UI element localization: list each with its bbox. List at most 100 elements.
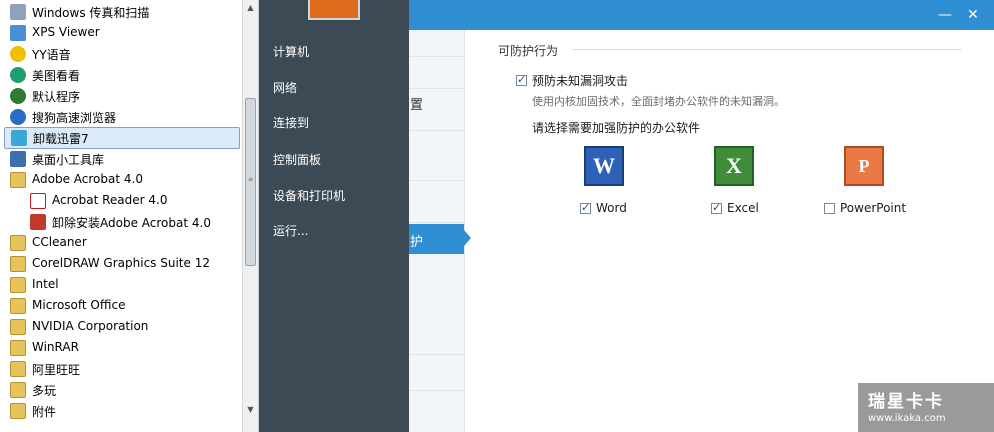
folder-icon [10, 361, 26, 377]
default-programs-icon [10, 88, 26, 104]
place-label: 控制面板 [273, 153, 322, 167]
program-folder[interactable]: Intel [4, 275, 240, 295]
program-folder[interactable]: 多玩 [4, 380, 240, 400]
folder-icon [10, 172, 26, 188]
powerpoint-checkbox[interactable] [824, 203, 835, 214]
place-item-devices-printers[interactable]: 设备和打印机 [263, 182, 403, 208]
program-item[interactable]: 默认程序 [4, 86, 240, 106]
place-item-connect-to[interactable]: 连接到 [263, 109, 403, 135]
program-label: 搜狗高速浏览器 [32, 111, 117, 125]
folder-icon [10, 319, 26, 335]
nav-divider [408, 180, 464, 181]
desktop-gadgets-icon [10, 151, 26, 167]
program-folder[interactable]: 阿里旺旺 [4, 359, 240, 379]
place-item-computer[interactable]: 计算机 [263, 38, 403, 64]
prevent-exploit-checkbox[interactable] [516, 73, 527, 86]
app-titlebar: — ✕ [408, 0, 994, 30]
security-app-window: — ✕ 置 护 可防护行为 预防未知漏洞攻击 使用内核加固技术，全面封堵办公软件… [408, 0, 994, 432]
word-label[interactable]: Word [596, 201, 627, 215]
program-folder[interactable]: Microsoft Office [4, 296, 240, 316]
powerpoint-icon-glyph: P [858, 156, 870, 176]
folder-icon [10, 382, 26, 398]
program-folder[interactable]: NVIDIA Corporation [4, 317, 240, 337]
program-item[interactable]: Acrobat Reader 4.0 [4, 191, 240, 211]
watermark-text: 瑞星卡卡 [868, 392, 944, 412]
program-item[interactable]: 美图看看 [4, 65, 240, 85]
program-folder[interactable]: 附件 [4, 401, 240, 421]
nav-divider [408, 56, 464, 57]
start-menu-places: 计算机 网络 连接到 控制面板 设备和打印机 运行... [259, 0, 409, 432]
program-label: Windows 传真和扫描 [32, 6, 150, 20]
watermark-logo: 瑞星卡卡 www.ikaka.com [858, 383, 994, 432]
folder-icon [10, 256, 26, 272]
scroll-thumb[interactable]: ≡ [245, 98, 256, 266]
place-label: 计算机 [273, 45, 310, 59]
program-item[interactable]: 搜狗高速浏览器 [4, 107, 240, 127]
prevent-exploit-description: 使用内核加固技术，全面封堵办公软件的未知漏洞。 [532, 95, 785, 108]
program-label: YY语音 [32, 48, 71, 62]
folder-icon [10, 298, 26, 314]
program-label: 多玩 [32, 384, 57, 398]
program-label: WinRAR [32, 340, 79, 354]
powerpoint-label[interactable]: PowerPoint [840, 201, 906, 215]
program-label: XPS Viewer [32, 25, 100, 39]
meitu-viewer-icon [10, 67, 26, 83]
program-label: 默认程序 [32, 90, 81, 104]
nav-divider [408, 222, 464, 223]
program-item[interactable]: 桌面小工具库 [4, 149, 240, 169]
program-folder[interactable]: Adobe Acrobat 4.0 [4, 170, 240, 190]
excel-label[interactable]: Excel [727, 201, 759, 215]
uninstall-acrobat-icon [30, 214, 46, 230]
place-label: 网络 [273, 81, 298, 95]
nav-item-settings-fragment[interactable]: 置 [410, 94, 423, 113]
nav-divider [408, 390, 464, 391]
nav-divider [408, 354, 464, 355]
program-label: 美图看看 [32, 69, 81, 83]
program-label: NVIDIA Corporation [32, 319, 149, 333]
program-label: CorelDRAW Graphics Suite 12 [32, 256, 210, 270]
program-item[interactable]: 卸除安装Adobe Acrobat 4.0 [4, 212, 240, 232]
close-button[interactable]: ✕ [964, 6, 982, 24]
program-label: 卸除安装Adobe Acrobat 4.0 [52, 216, 211, 230]
folder-icon [10, 403, 26, 419]
folder-icon [10, 340, 26, 356]
word-checkbox[interactable] [580, 201, 591, 214]
program-label: 阿里旺旺 [32, 363, 81, 377]
place-item-control-panel[interactable]: 控制面板 [263, 146, 403, 172]
program-label: 附件 [32, 405, 57, 419]
sogou-browser-icon [10, 109, 26, 125]
excel-icon: X [714, 146, 754, 186]
program-item[interactable]: XPS Viewer [4, 23, 240, 43]
word-icon-glyph: W [593, 153, 615, 178]
nav-item-protection-label: 护 [410, 235, 424, 250]
scroll-down-arrow-icon[interactable]: ▼ [243, 404, 258, 416]
powerpoint-icon: P [844, 146, 884, 186]
program-item[interactable]: YY语音 [4, 44, 240, 64]
program-folder[interactable]: WinRAR [4, 338, 240, 358]
program-label: 桌面小工具库 [32, 153, 105, 167]
programs-scrollbar[interactable]: ▲ ≡ ▼ [242, 0, 258, 432]
program-item-selected[interactable]: 卸载迅雷7 [4, 127, 240, 149]
place-item-run[interactable]: 运行... [263, 217, 403, 243]
program-folder[interactable]: CorelDRAW Graphics Suite 12 [4, 254, 240, 274]
user-picture-icon[interactable] [308, 0, 360, 20]
nav-divider [408, 130, 464, 131]
word-icon: W [584, 146, 624, 186]
folder-icon [10, 277, 26, 293]
fax-icon [10, 4, 26, 20]
acrobat-reader-icon [30, 193, 46, 209]
section-title: 可防护行为 [498, 44, 559, 58]
nav-selected-arrow [464, 230, 471, 246]
place-item-network[interactable]: 网络 [263, 74, 403, 100]
program-label: Microsoft Office [32, 298, 126, 312]
program-folder[interactable]: CCleaner [4, 233, 240, 253]
excel-checkbox[interactable] [711, 201, 722, 214]
start-menu-programs: Windows 传真和扫描 XPS Viewer YY语音 美图看看 默认程序 … [0, 0, 259, 432]
prevent-exploit-label[interactable]: 预防未知漏洞攻击 [532, 72, 628, 89]
yy-voice-icon [10, 46, 26, 62]
uninstall-thunder-icon [11, 130, 27, 146]
scroll-up-arrow-icon[interactable]: ▲ [243, 2, 258, 14]
program-item[interactable]: Windows 传真和扫描 [4, 2, 240, 22]
minimize-button[interactable]: — [936, 6, 954, 24]
program-label: 卸载迅雷7 [33, 132, 89, 146]
